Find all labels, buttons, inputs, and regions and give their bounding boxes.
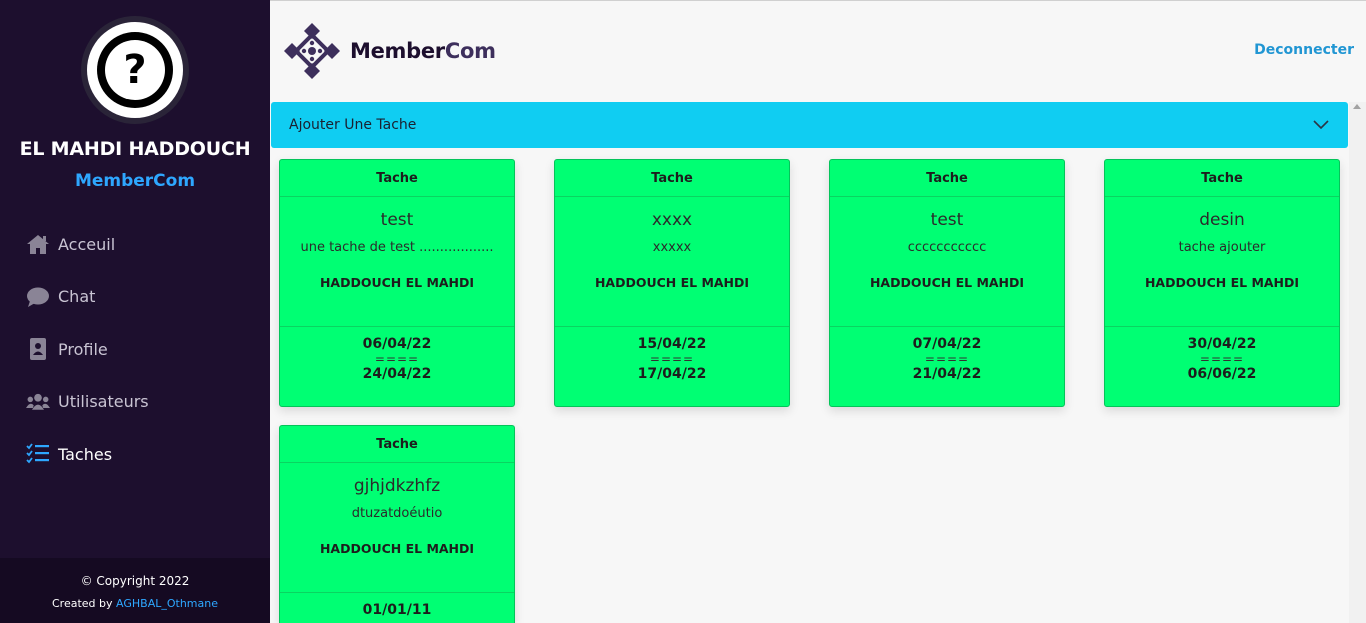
task-start-date: 30/04/22 bbox=[1187, 336, 1257, 352]
chevron-down-icon bbox=[1312, 116, 1330, 134]
task-start-date: 07/04/22 bbox=[912, 336, 982, 352]
task-card[interactable]: Tache desin tache ajouter HADDOUCH EL MA… bbox=[1104, 159, 1340, 407]
id-badge-icon bbox=[26, 338, 50, 361]
scroll-up-arrow-icon[interactable] bbox=[1353, 104, 1361, 109]
date-separator: ==== bbox=[374, 352, 420, 366]
sidebar-item-acceuil[interactable]: Acceuil bbox=[0, 218, 270, 271]
sidebar-item-label: Taches bbox=[58, 444, 113, 464]
task-dates: 30/04/22 ==== 06/06/22 bbox=[1105, 326, 1339, 382]
card-header: Tache bbox=[1105, 160, 1339, 197]
task-title: test bbox=[380, 210, 414, 230]
sidebar-item-label: Acceuil bbox=[58, 234, 116, 254]
task-owner: HADDOUCH EL MAHDI bbox=[1144, 275, 1300, 290]
task-title: gjhjdkzhfz bbox=[353, 476, 441, 496]
scrollbar[interactable] bbox=[1349, 102, 1366, 623]
date-separator: ==== bbox=[1199, 352, 1245, 366]
task-owner: HADDOUCH EL MAHDI bbox=[319, 541, 475, 556]
task-dates: 07/04/22 ==== 21/04/22 bbox=[830, 326, 1064, 382]
logout-link[interactable]: Deconnecter bbox=[1254, 42, 1354, 58]
task-description: ccccccccccc bbox=[907, 240, 987, 255]
sidebar-item-label: Chat bbox=[58, 287, 96, 307]
task-description: tache ajouter bbox=[1178, 240, 1266, 255]
home-icon bbox=[26, 233, 50, 255]
card-header: Tache bbox=[830, 160, 1064, 197]
task-dates: 06/04/22 ==== 24/04/22 bbox=[280, 326, 514, 382]
task-end-date: 17/04/22 bbox=[637, 366, 707, 382]
task-owner: HADDOUCH EL MAHDI bbox=[319, 275, 475, 290]
task-end-date: 06/06/22 bbox=[1187, 366, 1257, 382]
question-mark-icon: ? bbox=[105, 40, 165, 100]
sidebar-item-label: Utilisateurs bbox=[58, 392, 149, 412]
card-header: Tache bbox=[280, 160, 514, 197]
task-card[interactable]: Tache test ccccccccccc HADDOUCH EL MAHDI… bbox=[829, 159, 1065, 407]
sidebar-brand: MemberCom bbox=[74, 171, 196, 191]
sidebar-item-chat[interactable]: Chat bbox=[0, 271, 270, 324]
sidebar-item-utilisateurs[interactable]: Utilisateurs bbox=[0, 376, 270, 429]
membercom-logo-icon bbox=[282, 21, 344, 81]
task-description: dtuzatdoéutio bbox=[351, 506, 443, 521]
sidebar-item-label: Profile bbox=[58, 339, 108, 359]
sidebar-item-profile[interactable]: Profile bbox=[0, 323, 270, 376]
task-owner: HADDOUCH EL MAHDI bbox=[869, 275, 1025, 290]
date-separator: ==== bbox=[924, 352, 970, 366]
task-dates: 01/01/11 bbox=[280, 592, 514, 618]
author-link[interactable]: AGHBAL_Othmane bbox=[116, 597, 218, 610]
task-start-date: 01/01/11 bbox=[362, 602, 432, 618]
user-name: EL MAHDI HADDOUCH bbox=[19, 138, 251, 160]
task-end-date: 24/04/22 bbox=[362, 366, 432, 382]
copyright-text: © Copyright 2022 bbox=[80, 574, 190, 588]
card-header: Tache bbox=[555, 160, 789, 197]
task-card[interactable]: Tache test une tache de test ...........… bbox=[279, 159, 515, 407]
created-by: Created by AGHBAL_Othmane bbox=[52, 597, 218, 610]
task-description: xxxxx bbox=[652, 240, 692, 255]
sidebar-item-taches[interactable]: Taches bbox=[0, 428, 270, 481]
chat-icon bbox=[26, 286, 50, 308]
task-start-date: 15/04/22 bbox=[637, 336, 707, 352]
sidebar: ? EL MAHDI HADDOUCH MemberCom Acceuil Ch… bbox=[0, 0, 270, 623]
sidebar-footer: © Copyright 2022 Created by AGHBAL_Othma… bbox=[0, 558, 270, 623]
date-separator: ==== bbox=[649, 352, 695, 366]
sidebar-nav: Acceuil Chat Profile Utilisateurs Taches bbox=[0, 218, 270, 481]
task-start-date: 06/04/22 bbox=[362, 336, 432, 352]
add-task-accordion[interactable]: Ajouter Une Tache bbox=[271, 102, 1348, 148]
task-card[interactable]: Tache xxxx xxxxx HADDOUCH EL MAHDI 15/04… bbox=[554, 159, 790, 407]
accordion-label: Ajouter Une Tache bbox=[289, 117, 417, 133]
task-dates: 15/04/22 ==== 17/04/22 bbox=[555, 326, 789, 382]
task-title: desin bbox=[1199, 210, 1245, 230]
tasks-icon bbox=[26, 443, 50, 465]
task-description: une tache de test .................. bbox=[300, 240, 494, 255]
task-owner: HADDOUCH EL MAHDI bbox=[594, 275, 750, 290]
avatar: ? bbox=[81, 16, 189, 124]
task-title: xxxx bbox=[651, 210, 693, 230]
task-end-date: 21/04/22 bbox=[912, 366, 982, 382]
card-header: Tache bbox=[280, 426, 514, 463]
task-title: test bbox=[930, 210, 964, 230]
users-icon bbox=[26, 391, 50, 413]
task-card[interactable]: Tache gjhjdkzhfz dtuzatdoéutio HADDOUCH … bbox=[279, 425, 515, 623]
brand-logo-text: MemberCom bbox=[350, 39, 496, 63]
